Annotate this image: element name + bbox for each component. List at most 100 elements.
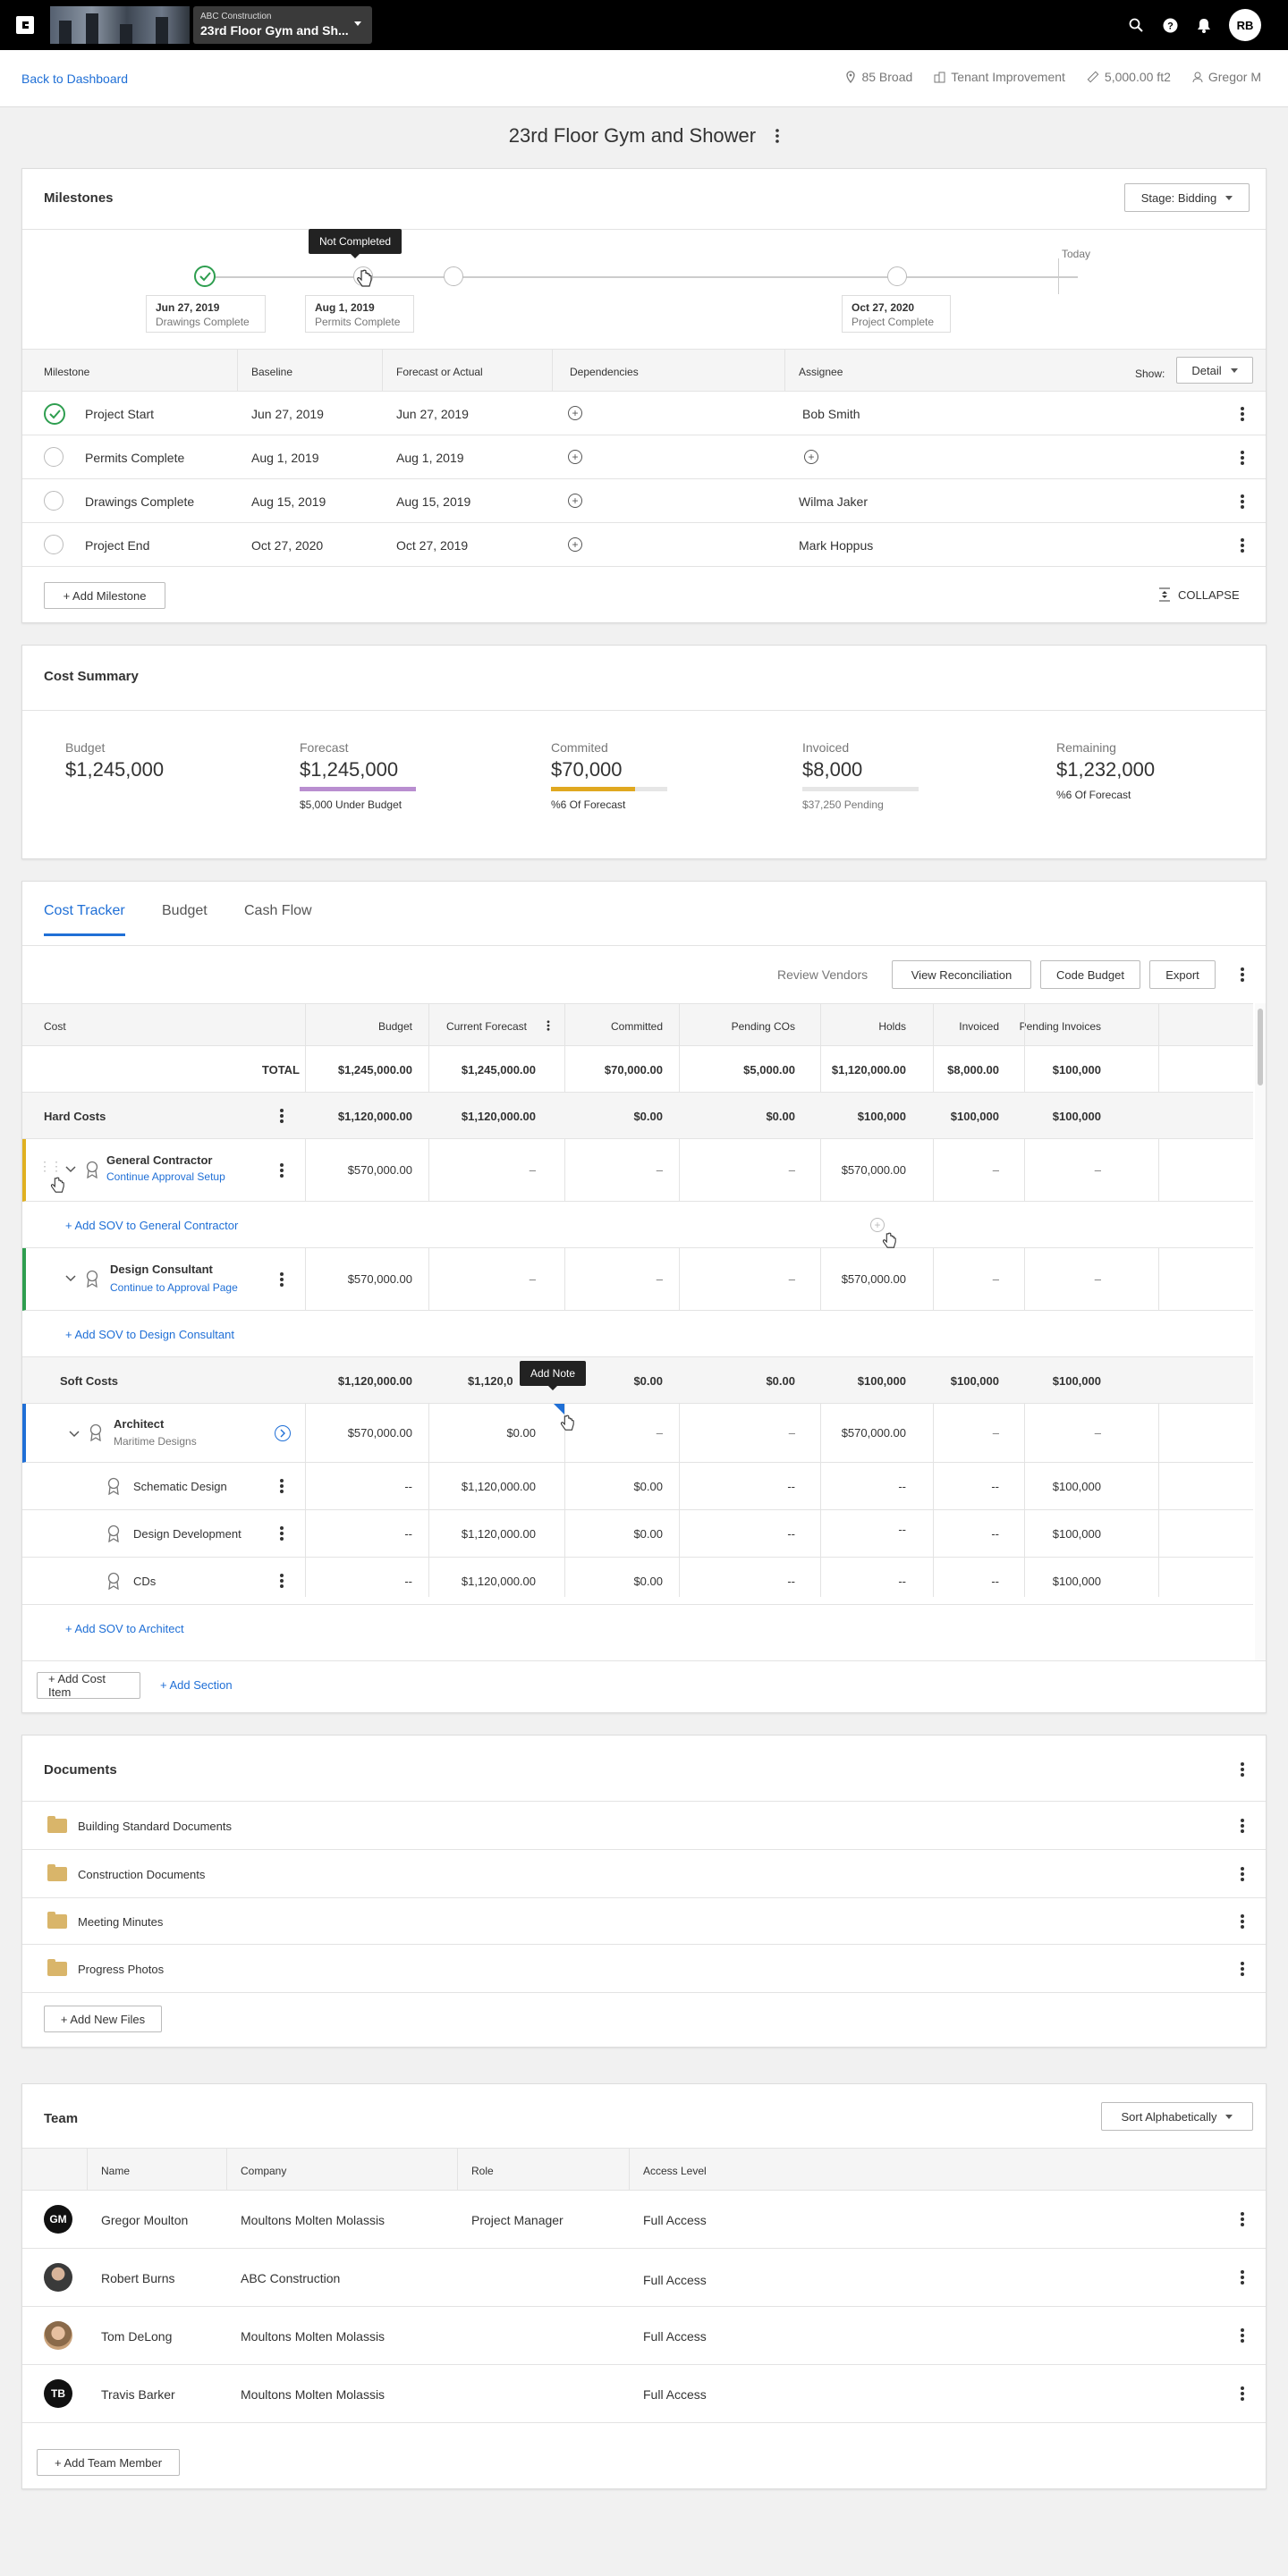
row-menu-icon[interactable] bbox=[1241, 451, 1244, 465]
folder-row[interactable]: Progress Photos bbox=[22, 1945, 1266, 1993]
timeline-point-1[interactable] bbox=[194, 266, 216, 287]
back-to-dashboard-link[interactable]: Back to Dashboard bbox=[21, 72, 128, 86]
project-selector[interactable]: ABC Construction 23rd Floor Gym and Sh..… bbox=[50, 6, 372, 44]
avatar: GM bbox=[44, 2205, 72, 2234]
row-menu-icon[interactable] bbox=[1241, 1819, 1244, 1833]
row-menu-icon[interactable] bbox=[280, 1163, 284, 1178]
add-dependency-icon[interactable]: + bbox=[568, 450, 582, 464]
folder-icon bbox=[47, 1959, 67, 1976]
add-new-files-button[interactable]: + Add New Files bbox=[44, 2006, 162, 2032]
detail-dropdown[interactable]: Detail bbox=[1176, 357, 1253, 384]
tab-cash-flow[interactable]: Cash Flow bbox=[244, 903, 312, 919]
award-ribbon-icon bbox=[86, 1161, 98, 1178]
continue-approval-setup-link[interactable]: Continue Approval Setup bbox=[106, 1170, 225, 1183]
user-avatar[interactable]: RB bbox=[1229, 9, 1261, 41]
add-cost-item-button[interactable]: + Add Cost Item bbox=[37, 1672, 140, 1699]
row-menu-icon[interactable] bbox=[1241, 1962, 1244, 1976]
timeline-point-4[interactable] bbox=[887, 266, 907, 286]
continue-to-approval-page-link[interactable]: Continue to Approval Page bbox=[110, 1281, 238, 1294]
add-sov-design-consultant-link[interactable]: + Add SOV to Design Consultant bbox=[65, 1328, 234, 1341]
note-flag-icon[interactable] bbox=[554, 1404, 564, 1415]
folder-icon bbox=[47, 1864, 67, 1881]
row-menu-icon[interactable] bbox=[1241, 538, 1244, 553]
row-menu-icon[interactable] bbox=[280, 1272, 284, 1287]
add-section-link[interactable]: + Add Section bbox=[160, 1678, 233, 1692]
tab-cost-tracker[interactable]: Cost Tracker bbox=[44, 903, 125, 936]
stage-dropdown[interactable]: Stage: Bidding bbox=[1124, 183, 1250, 212]
add-hold-icon[interactable]: + bbox=[870, 1218, 885, 1232]
add-sov-architect-link[interactable]: + Add SOV to Architect bbox=[65, 1622, 184, 1635]
code-budget-button[interactable]: Code Budget bbox=[1040, 960, 1140, 989]
add-assignee-icon[interactable]: + bbox=[804, 450, 818, 464]
status-circle-icon[interactable] bbox=[44, 491, 64, 511]
status-circle-icon[interactable] bbox=[44, 447, 64, 467]
add-dependency-icon[interactable]: + bbox=[568, 537, 582, 552]
architect-row[interactable]: Architect Maritime Designs $570,000.00 $… bbox=[22, 1404, 1253, 1463]
row-menu-icon[interactable] bbox=[1241, 1914, 1244, 1929]
team-row[interactable]: TB Travis Barker Moultons Molten Molassi… bbox=[22, 2365, 1266, 2423]
bell-icon[interactable] bbox=[1195, 16, 1213, 34]
sov-row[interactable]: CDs -- $1,120,000.00 $0.00 -- -- -- $100… bbox=[22, 1558, 1253, 1605]
row-menu-icon[interactable] bbox=[280, 1526, 284, 1541]
owner-meta[interactable]: Gregor M bbox=[1192, 70, 1261, 84]
row-menu-icon[interactable] bbox=[1241, 2270, 1244, 2285]
add-team-member-button[interactable]: + Add Team Member bbox=[37, 2449, 180, 2476]
add-dependency-icon[interactable]: + bbox=[568, 406, 582, 420]
row-menu-icon[interactable] bbox=[1241, 494, 1244, 509]
chevron-down-icon[interactable] bbox=[69, 1431, 80, 1438]
tracker-menu-icon[interactable] bbox=[1241, 967, 1244, 982]
view-reconciliation-button[interactable]: View Reconciliation bbox=[892, 960, 1031, 989]
row-menu-icon[interactable] bbox=[1241, 2328, 1244, 2343]
add-sov-general-contractor-link[interactable]: + Add SOV to General Contractor bbox=[65, 1219, 238, 1232]
milestone-row[interactable]: Permits Complete Aug 1, 2019 Aug 1, 2019… bbox=[22, 435, 1266, 479]
row-menu-icon[interactable] bbox=[280, 1574, 284, 1588]
timeline-track bbox=[201, 276, 1078, 278]
column-menu-icon[interactable] bbox=[547, 1020, 550, 1031]
milestone-row[interactable]: Project End Oct 27, 2020 Oct 27, 2019 + … bbox=[22, 523, 1266, 567]
team-row[interactable]: GM Gregor Moulton Moultons Molten Molass… bbox=[22, 2191, 1266, 2249]
general-contractor-row[interactable]: ⋮⋮ General Contractor Continue Approval … bbox=[22, 1139, 1253, 1202]
chevron-down-icon[interactable] bbox=[65, 1166, 76, 1173]
team-row[interactable]: Robert Burns ABC Construction Full Acces… bbox=[22, 2249, 1266, 2307]
status-circle-icon[interactable] bbox=[44, 535, 64, 554]
review-vendors-link[interactable]: Review Vendors bbox=[777, 967, 868, 982]
hard-costs-row[interactable]: Hard Costs $1,120,000.00 $1,120,000.00 $… bbox=[22, 1093, 1253, 1139]
collapse-button[interactable]: COLLAPSE bbox=[1158, 587, 1240, 602]
row-menu-icon[interactable] bbox=[1241, 1867, 1244, 1881]
sov-row[interactable]: Design Development -- $1,120,000.00 $0.0… bbox=[22, 1510, 1253, 1558]
tab-budget[interactable]: Budget bbox=[162, 903, 208, 919]
design-consultant-row[interactable]: Design Consultant Continue to Approval P… bbox=[22, 1248, 1253, 1311]
sort-dropdown[interactable]: Sort Alphabetically bbox=[1101, 2102, 1253, 2131]
remaining-stat: Remaining $1,232,000 %6 Of Forecast bbox=[1056, 740, 1156, 801]
arrow-right-circle-icon[interactable] bbox=[275, 1425, 291, 1441]
folder-row[interactable]: Meeting Minutes bbox=[22, 1898, 1266, 1945]
scrollbar-track[interactable] bbox=[1255, 1003, 1266, 1660]
milestone-row[interactable]: Drawings Complete Aug 15, 2019 Aug 15, 2… bbox=[22, 479, 1266, 523]
chevron-down-icon[interactable] bbox=[65, 1275, 76, 1282]
team-row[interactable]: Tom DeLong Moultons Molten Molassis Full… bbox=[22, 2307, 1266, 2365]
folder-row[interactable]: Building Standard Documents bbox=[22, 1802, 1266, 1850]
row-menu-icon[interactable] bbox=[1241, 2386, 1244, 2401]
page-options-icon[interactable] bbox=[775, 125, 780, 148]
app-logo[interactable] bbox=[13, 13, 38, 38]
row-menu-icon[interactable] bbox=[1241, 2212, 1244, 2226]
milestone-row[interactable]: Project Start Jun 27, 2019 Jun 27, 2019 … bbox=[22, 392, 1266, 435]
check-icon[interactable] bbox=[44, 403, 65, 425]
add-milestone-button[interactable]: + Add Milestone bbox=[44, 582, 165, 609]
folder-row[interactable]: Construction Documents bbox=[22, 1850, 1266, 1898]
row-menu-icon[interactable] bbox=[280, 1479, 284, 1493]
project-dropdown-button[interactable]: ABC Construction 23rd Floor Gym and Sh..… bbox=[193, 6, 372, 44]
search-icon[interactable] bbox=[1127, 16, 1145, 34]
today-label: Today bbox=[1062, 248, 1091, 260]
drag-handle-icon[interactable]: ⋮⋮ bbox=[38, 1159, 63, 1174]
timeline-point-3[interactable] bbox=[444, 266, 463, 286]
help-icon[interactable]: ? bbox=[1161, 16, 1179, 34]
row-menu-icon[interactable] bbox=[1241, 407, 1244, 421]
sov-row[interactable]: Schematic Design -- $1,120,000.00 $0.00 … bbox=[22, 1463, 1253, 1510]
section-menu-icon[interactable] bbox=[280, 1109, 284, 1123]
soft-costs-row[interactable]: Soft Costs $1,120,000.00 $1,120,0 $0.00 … bbox=[22, 1357, 1253, 1404]
documents-menu-icon[interactable] bbox=[1241, 1762, 1244, 1777]
add-dependency-icon[interactable]: + bbox=[568, 494, 582, 508]
scrollbar-thumb[interactable] bbox=[1258, 1009, 1263, 1085]
export-button[interactable]: Export bbox=[1149, 960, 1216, 989]
